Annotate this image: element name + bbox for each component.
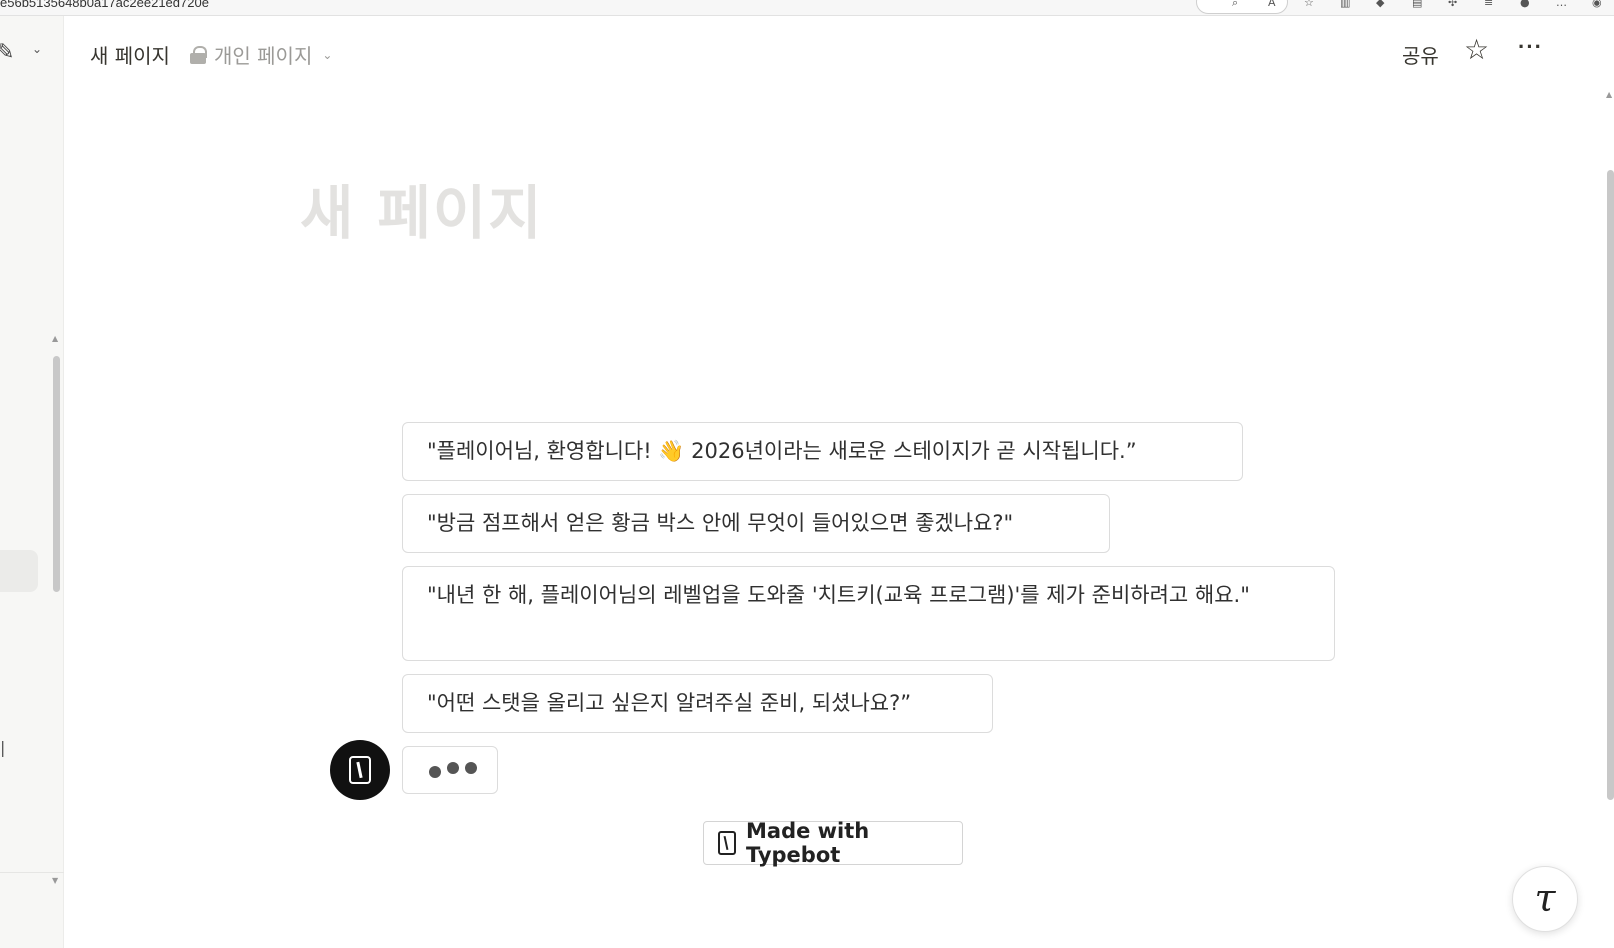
new-page-icon[interactable]: ✎ — [0, 40, 14, 65]
collections-icon[interactable]: ▤ — [1412, 0, 1426, 9]
split-screen-icon[interactable]: ▥ — [1340, 0, 1354, 9]
favorite-icon[interactable]: ☆ — [1304, 0, 1318, 9]
zoom-icon[interactable]: ⌕ — [1232, 0, 1246, 9]
branding-label: Made with Typebot — [746, 819, 870, 867]
chat-message: "어떤 스탯을 올리고 싶은지 알려주실 준비, 되셨나요?” — [402, 674, 993, 733]
extension-icon[interactable]: ◆ — [1376, 0, 1390, 9]
sidebar-scrollbar[interactable] — [53, 356, 60, 592]
star-icon[interactable]: ☆ — [1464, 36, 1489, 64]
typebot-logo-icon — [349, 756, 371, 784]
extensions-puzzle-icon[interactable]: ✣ — [1448, 0, 1462, 9]
sidebar-scroll-up-icon[interactable]: ▲ — [52, 334, 58, 343]
browser-toolbar: e56b5135648b0a17ac2ee21ed720e ⌕ A ☆ ▥ ◆ … — [0, 0, 1614, 16]
chevron-down-icon: ⌄ — [322, 47, 333, 62]
chat-message: "플레이어님, 환영합니다! 👋 2026년이라는 새로운 스테이지가 곧 시작… — [402, 422, 1243, 481]
sidebar-item-stub[interactable]: | — [0, 738, 4, 757]
privacy-selector[interactable]: 개인 페이지 ⌄ — [190, 40, 332, 69]
chat-message: "방금 점프해서 얻은 황금 박스 안에 무엇이 들어있으면 좋겠나요?" — [402, 494, 1110, 553]
share-button[interactable]: 공유 — [1402, 40, 1439, 69]
profile-icon[interactable]: ● — [1520, 0, 1534, 9]
favorites-list-icon[interactable]: ≡ — [1484, 0, 1498, 9]
typing-dot — [447, 762, 459, 774]
bot-avatar — [330, 740, 390, 800]
privacy-label: 개인 페이지 — [214, 44, 313, 68]
typing-dot — [429, 766, 441, 778]
read-aloud-icon[interactable]: A — [1268, 0, 1282, 9]
sidebar-divider — [0, 872, 64, 873]
breadcrumb-page-title[interactable]: 새 페이지 — [90, 40, 170, 69]
chevron-down-icon[interactable]: ⌄ — [32, 42, 42, 56]
sidebar-scroll-down-icon[interactable]: ▼ — [52, 876, 58, 885]
more-horizontal-icon[interactable]: ··· — [1518, 34, 1543, 60]
typing-dot — [465, 762, 477, 774]
made-with-typebot-link[interactable]: Made with Typebot — [703, 819, 963, 867]
copilot-icon[interactable]: ◉ — [1592, 0, 1606, 9]
page-scrollbar[interactable] — [1607, 170, 1614, 800]
typebot-logo-icon — [718, 831, 736, 855]
browser-menu-icon[interactable]: … — [1556, 0, 1570, 9]
lock-icon — [190, 45, 207, 64]
sidebar: ✎ ⌄ ▲ | ▼ — [0, 16, 64, 948]
chat-message: "내년 한 해, 플레이어님의 레벨업을 도와줄 '치트키(교육 프로그램)'를… — [402, 566, 1335, 661]
sidebar-item-selected[interactable] — [0, 550, 38, 592]
page-title[interactable]: 새 페이지 — [300, 166, 544, 250]
ai-assistant-icon[interactable]: 𝜏 — [1512, 866, 1578, 932]
typing-indicator — [402, 746, 498, 794]
page-topbar: 새 페이지 개인 페이지 ⌄ 공유 ☆ ··· — [64, 16, 1614, 88]
address-bar-url[interactable]: e56b5135648b0a17ac2ee21ed720e — [0, 0, 209, 10]
page-scroll-up-icon[interactable]: ▲ — [1606, 90, 1612, 99]
browser-toolbar-icons: ⌕ A ☆ ▥ ◆ ▤ ✣ ≡ ● … ◉ — [1232, 0, 1606, 9]
